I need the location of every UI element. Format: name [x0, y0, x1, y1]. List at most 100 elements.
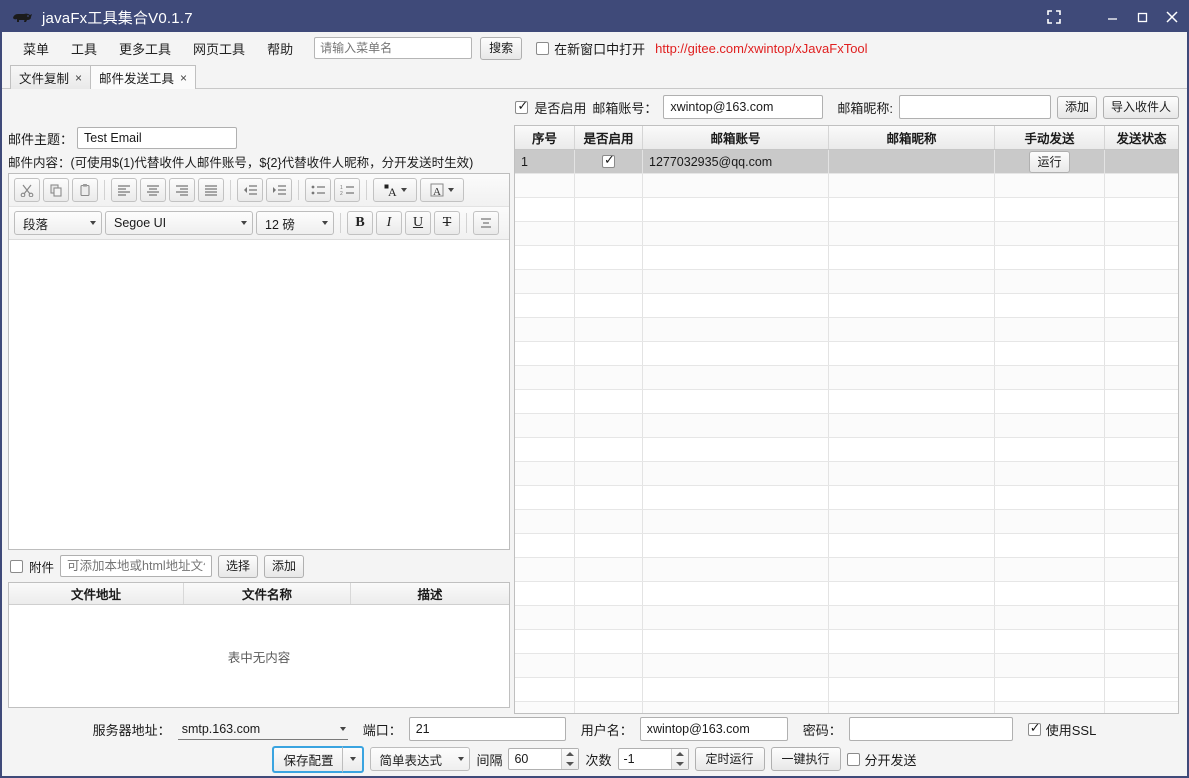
- font-size-chevron-down-icon[interactable]: [322, 221, 328, 225]
- expression-mode-chevron-down-icon[interactable]: [458, 757, 465, 761]
- attachment-checkbox[interactable]: [10, 559, 23, 573]
- copy-icon[interactable]: [43, 178, 69, 202]
- open-in-new-window-checkbox[interactable]: 在新窗口中打开: [536, 39, 645, 58]
- indent-icon[interactable]: [266, 178, 292, 202]
- server-host-chevron-down-icon[interactable]: [339, 726, 346, 731]
- menu-item-4[interactable]: 帮助: [256, 35, 304, 62]
- server-password-input[interactable]: [848, 717, 1013, 741]
- table-row-empty[interactable]: [515, 246, 1178, 270]
- use-ssl-checkbox[interactable]: 使用SSL: [1027, 720, 1096, 739]
- save-config-chevron-down-icon[interactable]: [342, 745, 365, 773]
- table-row-empty[interactable]: [515, 390, 1178, 414]
- table-row-empty[interactable]: [515, 678, 1178, 702]
- add-account-button[interactable]: 添加: [1056, 95, 1097, 119]
- run-once-button[interactable]: 一键执行: [770, 747, 841, 771]
- interval-decrement[interactable]: [562, 759, 578, 769]
- paragraph-style-chevron-down-icon[interactable]: [90, 221, 96, 225]
- interval-stepper[interactable]: [508, 748, 580, 770]
- text-color-chevron-down-icon[interactable]: [401, 188, 407, 192]
- nickname-input[interactable]: [898, 95, 1051, 119]
- interval-input[interactable]: [509, 749, 562, 769]
- table-row-empty[interactable]: [515, 486, 1178, 510]
- table-row-empty[interactable]: [515, 294, 1178, 318]
- table-row-empty[interactable]: [515, 558, 1178, 582]
- table-row-empty[interactable]: [515, 534, 1178, 558]
- separate-send-box[interactable]: [846, 752, 860, 766]
- cut-icon[interactable]: [14, 178, 40, 202]
- align-right-icon[interactable]: [169, 178, 195, 202]
- table-row-empty[interactable]: [515, 222, 1178, 246]
- table-row-empty[interactable]: [515, 342, 1178, 366]
- tab-file-copy[interactable]: 文件复制 ×: [10, 65, 92, 89]
- menu-search-input[interactable]: [314, 37, 473, 59]
- tab-mail-sender[interactable]: 邮件发送工具 ×: [90, 65, 197, 89]
- bold-button[interactable]: B: [347, 211, 373, 235]
- col-nickname[interactable]: 邮箱昵称: [829, 126, 995, 149]
- row-enabled-checkbox[interactable]: [575, 150, 643, 173]
- menu-item-2[interactable]: 更多工具: [108, 35, 182, 62]
- server-host-select[interactable]: smtp.163.com: [177, 718, 348, 740]
- times-input[interactable]: [618, 749, 671, 769]
- project-url-link[interactable]: http://gitee.com/xwintop/xJavaFxTool: [655, 41, 867, 56]
- highlight-color-icon[interactable]: A: [420, 178, 464, 202]
- close-icon[interactable]: [1157, 2, 1187, 32]
- save-config-button[interactable]: 保存配置: [272, 745, 343, 773]
- table-row-empty[interactable]: [515, 174, 1178, 198]
- menu-item-1[interactable]: 工具: [60, 35, 108, 62]
- table-row[interactable]: 1 1277032935@qq.com 运行: [515, 150, 1178, 174]
- font-size-select[interactable]: 12 磅: [256, 211, 334, 235]
- table-row-empty[interactable]: [515, 606, 1178, 630]
- align-center-icon[interactable]: [140, 178, 166, 202]
- server-port-input[interactable]: [408, 717, 566, 741]
- interval-arrows[interactable]: [561, 749, 579, 769]
- numbered-list-icon[interactable]: 12: [334, 178, 360, 202]
- use-ssl-box[interactable]: [1027, 721, 1041, 736]
- outdent-icon[interactable]: [237, 178, 263, 202]
- enable-account-checkbox[interactable]: [515, 99, 529, 114]
- table-row-empty[interactable]: [515, 366, 1178, 390]
- align-icon[interactable]: [473, 211, 499, 235]
- minimize-icon[interactable]: [1097, 2, 1127, 32]
- table-row-empty[interactable]: [515, 462, 1178, 486]
- row-run-button[interactable]: 运行: [1029, 150, 1070, 173]
- search-button[interactable]: 搜索: [480, 36, 523, 60]
- tab-mail-sender-close-icon[interactable]: ×: [180, 71, 187, 85]
- align-left-icon[interactable]: [111, 178, 137, 202]
- col-index[interactable]: 序号: [515, 126, 575, 149]
- tab-file-copy-close-icon[interactable]: ×: [75, 71, 82, 85]
- col-manual-send[interactable]: 手动发送: [995, 126, 1105, 149]
- server-user-input[interactable]: [639, 717, 788, 741]
- paragraph-style-select[interactable]: 段落: [14, 211, 102, 235]
- row-enabled-box[interactable]: [602, 153, 615, 168]
- strikethrough-button[interactable]: T: [434, 211, 460, 235]
- interval-increment[interactable]: [562, 749, 578, 759]
- menu-item-0[interactable]: 菜单: [12, 35, 60, 62]
- table-row-empty[interactable]: [515, 582, 1178, 606]
- editor-text-area[interactable]: [9, 240, 509, 549]
- col-enabled[interactable]: 是否启用: [575, 126, 643, 149]
- text-color-icon[interactable]: A: [373, 178, 417, 202]
- subject-input[interactable]: [77, 127, 238, 149]
- schedule-run-button[interactable]: 定时运行: [694, 747, 765, 771]
- attachment-add-button[interactable]: 添加: [264, 554, 305, 578]
- col-account[interactable]: 邮箱账号: [643, 126, 829, 149]
- table-row-empty[interactable]: [515, 318, 1178, 342]
- times-increment[interactable]: [672, 749, 688, 759]
- highlight-color-chevron-down-icon[interactable]: [448, 188, 454, 192]
- table-row-empty[interactable]: [515, 510, 1178, 534]
- expression-mode-select[interactable]: 简单表达式: [370, 747, 471, 771]
- maximize-icon[interactable]: [1127, 2, 1157, 32]
- menu-item-3[interactable]: 网页工具: [182, 35, 256, 62]
- table-row-empty[interactable]: [515, 414, 1178, 438]
- attachment-select-button[interactable]: 选择: [218, 554, 259, 578]
- table-row-empty[interactable]: [515, 654, 1178, 678]
- paste-icon[interactable]: [72, 178, 98, 202]
- separate-send-checkbox[interactable]: 分开发送: [846, 750, 917, 769]
- table-row-empty[interactable]: [515, 702, 1178, 713]
- open-new-window-box[interactable]: [536, 41, 550, 55]
- italic-button[interactable]: I: [376, 211, 402, 235]
- save-config-split-button[interactable]: 保存配置: [272, 745, 365, 773]
- times-stepper[interactable]: [617, 748, 689, 770]
- underline-button[interactable]: U: [405, 211, 431, 235]
- font-family-select[interactable]: Segoe UI: [105, 211, 253, 235]
